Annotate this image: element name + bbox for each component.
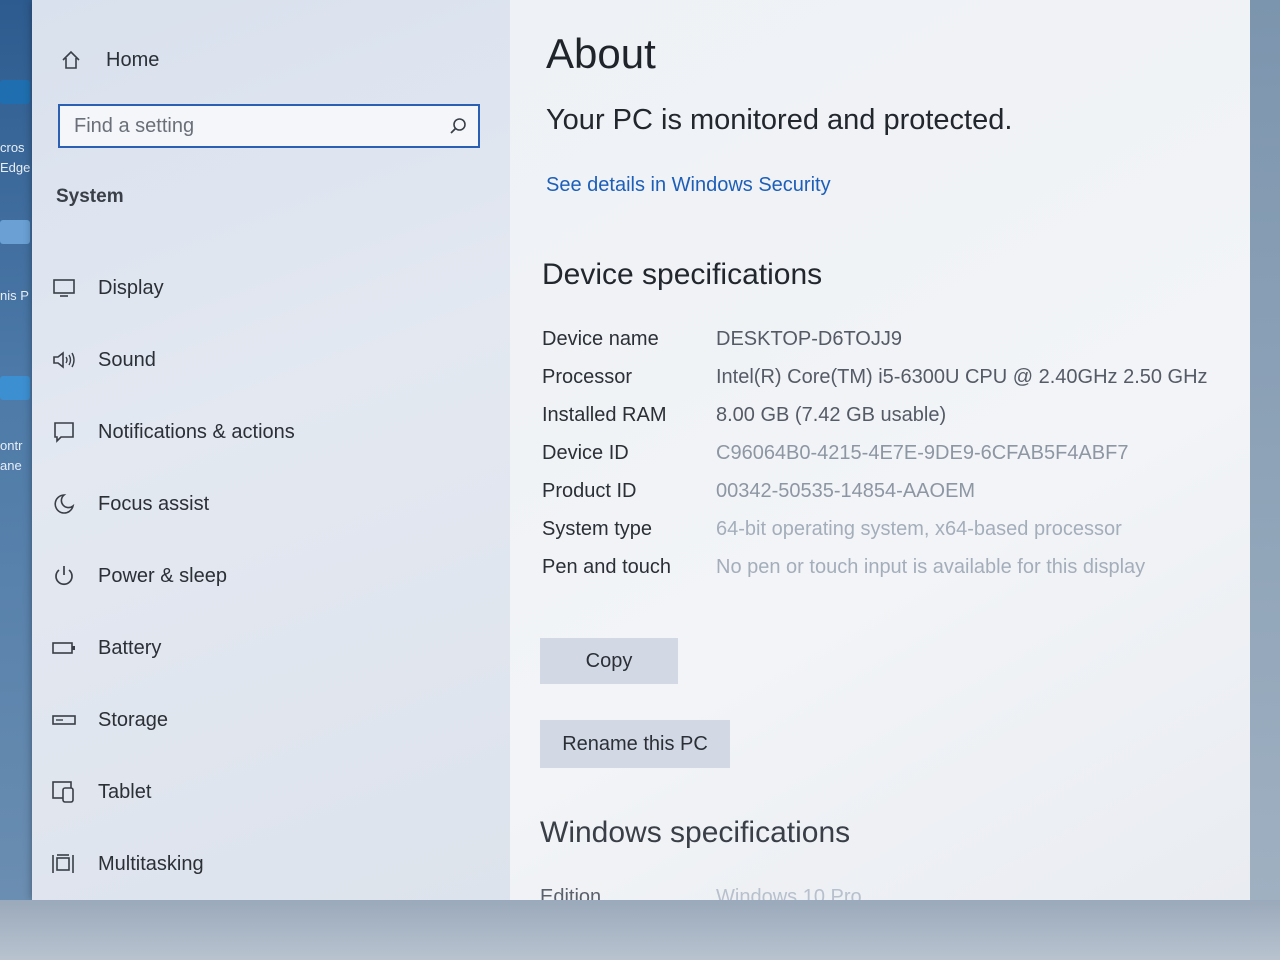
spec-value: 8.00 GB (7.42 GB usable) [716,404,947,426]
spec-value: Intel(R) Core(TM) i5-6300U CPU @ 2.40GHz… [716,366,1208,388]
home-icon [58,47,84,73]
sidebar-item-label: Sound [98,348,156,371]
spec-key: Installed RAM [542,404,667,426]
rename-pc-button[interactable]: Rename this PC [540,720,730,768]
spec-key: Device ID [542,442,629,464]
power-icon [50,562,78,590]
sound-icon [50,346,78,374]
sidebar-item-sound[interactable]: Sound [50,324,490,396]
spec-row-pen-touch: Pen and touch No pen or touch input is a… [542,554,1222,580]
spec-value: C96064B0-4215-4E7E-9DE9-6CFAB5F4ABF7 [716,442,1129,464]
settings-window: Home System Display Sound [32,0,1250,908]
system-nav: Display Sound Notifications & actions Fo… [50,252,490,900]
control-panel-desktop-icon[interactable] [0,376,30,400]
about-page: About Your PC is monitored and protected… [510,0,1250,908]
tablet-icon [50,778,78,806]
battery-icon [50,634,78,662]
desktop-background-bottom [0,900,1280,960]
desktop-label: Edge [0,160,31,175]
sidebar-item-label: Tablet [98,780,152,803]
sidebar-item-storage[interactable]: Storage [50,684,490,756]
sidebar-item-focus-assist[interactable]: Focus assist [50,468,490,540]
spec-value: 00342-50535-14854-AAOEM [716,480,976,502]
sidebar-item-display[interactable]: Display [50,252,490,324]
spec-key: System type [542,518,653,540]
sidebar-item-label: Storage [98,708,169,731]
spec-row-system-type: System type 64-bit operating system, x64… [542,516,1222,542]
windows-specs-heading: Windows specifications [540,816,851,849]
desktop-label: ane [0,458,22,473]
spec-row-installed-ram: Installed RAM 8.00 GB (7.42 GB usable) [542,402,1222,428]
home-nav-item[interactable]: Home [58,44,159,76]
display-icon [50,274,78,302]
spec-key: Pen and touch [542,556,671,578]
sidebar: Home System Display Sound [32,0,510,900]
spec-row-device-id: Device ID C96064B0-4215-4E7E-9DE9-6CFAB5… [542,440,1222,466]
storage-icon [50,706,78,734]
home-label: Home [106,48,160,71]
spec-value: 64-bit operating system, x64-based proce… [716,518,1122,540]
sidebar-item-label: Power & sleep [98,564,227,587]
desktop-label: cros [0,140,25,155]
spec-row-device-name: Device name DESKTOP-D6TOJJ9 [542,326,1222,352]
device-specs-heading: Device specifications [542,258,823,291]
desktop-background-right [1250,0,1280,900]
sidebar-item-label: Battery [98,636,162,659]
sidebar-item-battery[interactable]: Battery [50,612,490,684]
sidebar-item-notifications[interactable]: Notifications & actions [50,396,490,468]
search-icon[interactable] [438,106,478,146]
this-pc-desktop-icon[interactable] [0,220,30,244]
sidebar-item-label: Notifications & actions [98,420,295,443]
multitasking-icon [50,850,78,878]
sidebar-item-label: Focus assist [98,492,210,515]
group-title: System [56,186,124,207]
spec-value: DESKTOP-D6TOJJ9 [716,328,902,350]
desktop-background: cros Edge nis P ontr ane [0,0,36,960]
moon-icon [50,490,78,518]
notifications-icon [50,418,78,446]
spec-key: Device name [542,328,659,350]
desktop-label: ontr [0,438,23,453]
desktop-label: nis P [0,288,29,303]
sidebar-item-label: Display [98,276,164,299]
device-specs-table: Device name DESKTOP-D6TOJJ9 Processor In… [542,326,1222,592]
page-title: About [546,30,656,77]
search-input[interactable] [60,113,438,139]
edge-desktop-icon[interactable] [0,80,30,104]
spec-key: Processor [542,366,633,388]
spec-value: No pen or touch input is available for t… [716,556,1146,578]
spec-row-product-id: Product ID 00342-50535-14854-AAOEM [542,478,1222,504]
copy-button[interactable]: Copy [540,638,678,684]
windows-security-link[interactable]: See details in Windows Security [546,174,831,197]
sidebar-item-power-sleep[interactable]: Power & sleep [50,540,490,612]
sidebar-item-tablet[interactable]: Tablet [50,756,490,828]
sidebar-item-label: Multitasking [98,852,204,875]
protection-status: Your PC is monitored and protected. [546,104,1013,136]
sidebar-item-multitasking[interactable]: Multitasking [50,828,490,900]
spec-row-processor: Processor Intel(R) Core(TM) i5-6300U CPU… [542,364,1222,390]
spec-key: Product ID [542,480,637,502]
search-box [58,104,480,148]
